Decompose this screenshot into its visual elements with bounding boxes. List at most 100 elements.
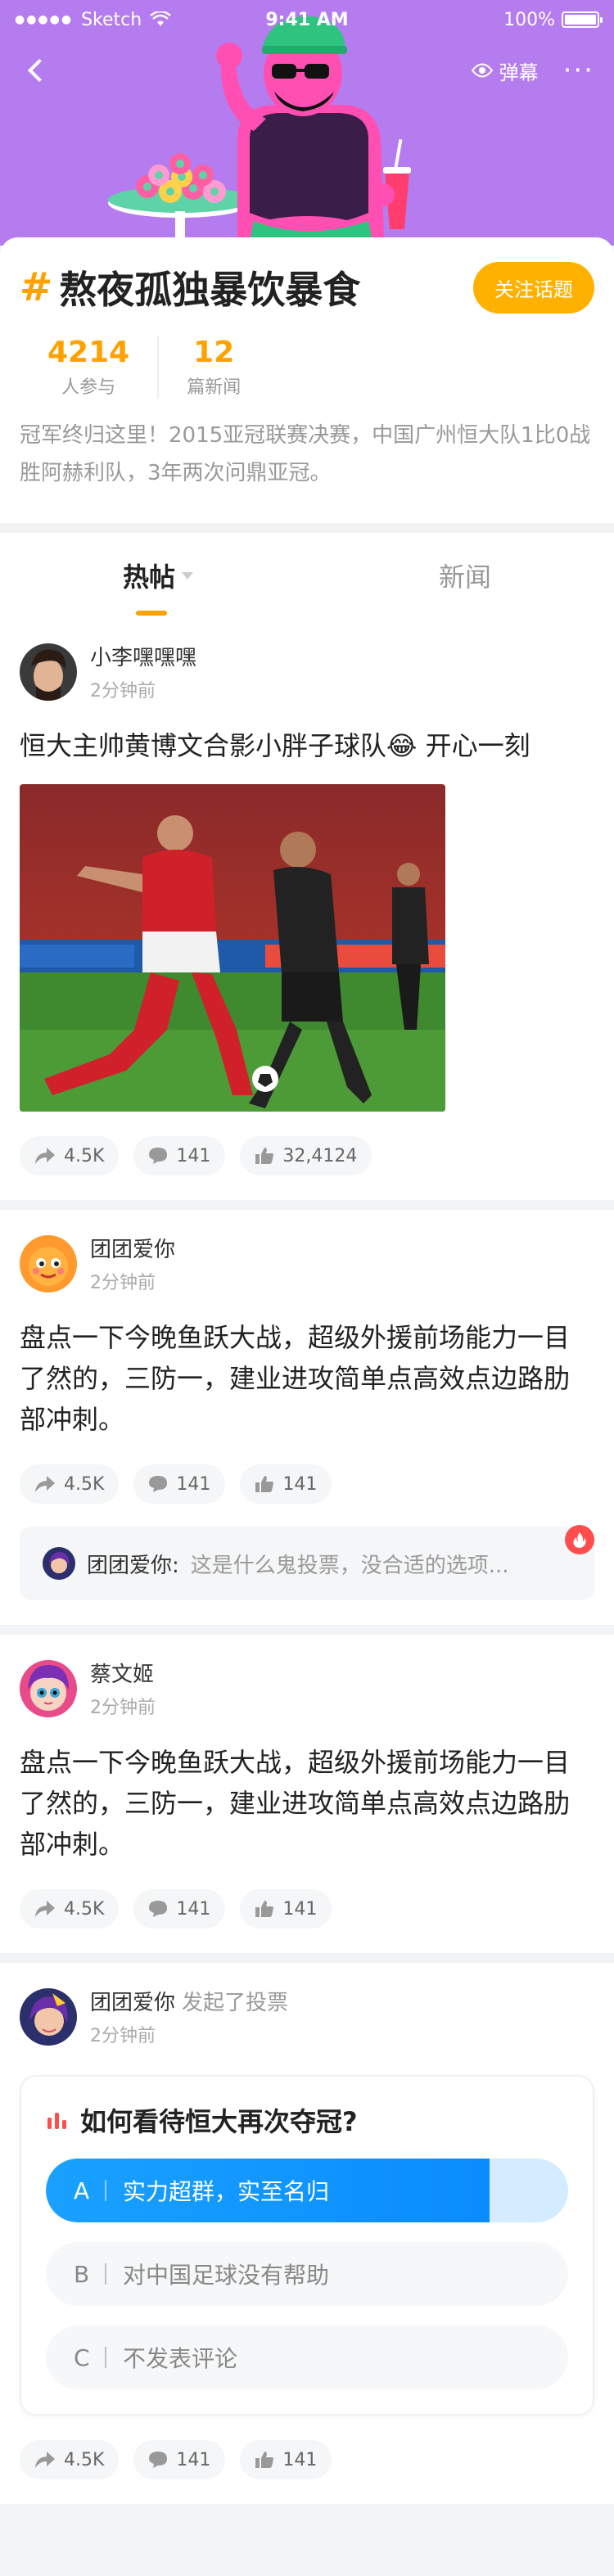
author-name[interactable]: 小李嘿嘿嘿 [90,641,196,671]
tab-label: 热帖 [122,562,175,593]
nav-actions: 弹幕 ··· [471,56,594,85]
eye-icon [471,63,493,78]
comment-icon [149,1476,168,1492]
post-action-text: 发起了投票 [182,1991,289,2015]
post-author: 团团爱你 发起了投票 2分钟前 [20,1986,594,2047]
thumbs-up-icon [255,2452,274,2468]
option-letter: A [74,2177,90,2204]
like-button[interactable]: 141 [240,1464,332,1504]
post-actions: 4.5K 141 32,4124 [20,1136,594,1175]
danmu-label: 弹幕 [499,61,539,84]
author-name[interactable]: 蔡文姬 [90,1658,156,1688]
like-button[interactable]: 141 [240,1889,332,1929]
topic-title-text: 熬夜孤独暴饮暴食 [59,268,361,312]
comment-count: 141 [176,1145,211,1166]
tab-news[interactable]: 新闻 [439,557,491,594]
like-count: 32,4124 [282,1145,358,1166]
battery-fill [565,15,596,25]
poll-title: 如何看待恒大再次夺冠? [46,2101,568,2139]
thumbs-up-icon [255,1901,274,1917]
share-icon [35,1148,55,1164]
hash-icon: # [20,264,53,310]
status-time: 9:41 AM [265,9,349,30]
share-count: 4.5K [64,1145,105,1166]
battery-icon [562,11,603,28]
option-text: 对中国足球没有帮助 [123,2262,330,2289]
poll-question: 如何看待恒大再次夺冠? [80,2106,358,2137]
like-button[interactable]: 32,4124 [240,1136,372,1175]
post-actions: 4.5K 141 141 [20,2440,594,2479]
post-text: 盘点一下今晚鱼跃大战，超级外援前场能力一目了然的，三防一，建业进攻简单点高效点边… [20,1322,571,1435]
tab-hot-posts[interactable]: 热帖 [122,557,193,616]
comment-count: 141 [176,1473,211,1495]
share-icon [35,1476,55,1492]
poll-chart-icon [47,2113,66,2129]
back-button[interactable] [20,54,52,87]
thumbs-up-icon [255,1148,274,1164]
comment-button[interactable]: 141 [133,1136,226,1175]
author-name[interactable]: 团团爱你 [90,1233,175,1263]
post-time: 2分钟前 [90,1273,156,1293]
poll-option-a[interactable]: A 实力超群，实至名归 [46,2159,568,2222]
post-author: 小李嘿嘿嘿 2分钟前 [20,641,594,702]
post-actions: 4.5K 141 141 [20,1889,594,1929]
topic-hero: ●●●●● Sketch 9:41 AM 100% 弹幕 ··· [0,0,614,246]
danmu-toggle[interactable]: 弹幕 [471,56,539,85]
author-info: 团团爱你 发起了投票 2分钟前 [90,1986,288,2047]
author-info: 团团爱你 2分钟前 [90,1233,175,1294]
post-time: 2分钟前 [90,681,156,702]
tab-label: 新闻 [438,562,491,593]
post-card[interactable]: 团团爱你发起了投票 2分钟前 如何看待恒大再次夺冠? A 实力超群，实至名归 [0,1963,614,2504]
topic-head: # 熬夜孤独暴饮暴食 关注话题 [20,260,594,314]
avatar[interactable] [20,1987,77,2046]
comment-button[interactable]: 141 [133,2440,226,2479]
post-actions: 4.5K 141 141 [20,1464,594,1504]
stat-news: 12 篇新闻 [157,336,241,399]
share-button[interactable]: 4.5K [20,1136,120,1175]
option-text: 实力超群，实至名归 [123,2178,330,2205]
post-image[interactable] [20,784,445,1112]
stat-number: 12 [193,336,235,369]
option-letter: B [74,2260,90,2288]
poll-option-b[interactable]: B 对中国足球没有帮助 [46,2242,568,2306]
avatar[interactable] [20,643,77,701]
share-icon [35,1901,55,1917]
avatar[interactable] [20,1659,77,1717]
poll-option-c[interactable]: C 不发表评论 [46,2326,568,2389]
share-icon [35,2452,55,2468]
comment-text: 这是什么鬼投票，没合适的选项... [190,1553,509,1578]
share-button[interactable]: 4.5K [20,1889,120,1929]
topic-stats: 4214 人参与 12 篇新闻 [20,336,594,399]
topic-page: ●●●●● Sketch 9:41 AM 100% 弹幕 ··· # 熬夜孤独暴… [0,0,614,2515]
status-bar: ●●●●● Sketch 9:41 AM 100% [0,0,614,39]
post-card[interactable]: 蔡文姬 2分钟前 盘点一下今晚鱼跃大战，超级外援前场能力一目了然的，三防一，建业… [0,1635,614,1953]
comment-icon [149,2452,168,2468]
more-dots-icon[interactable]: ··· [563,56,594,84]
author-info: 蔡文姬 2分钟前 [90,1658,156,1719]
comment-count: 141 [176,2449,211,2470]
hot-flame-icon [565,1525,594,1554]
topic-description: 冠军终归这里！2015亚冠联赛决赛，中国广州恒大队1比0战胜阿赫利队，3年两次问… [20,423,591,485]
post-text: 盘点一下今晚鱼跃大战，超级外援前场能力一目了然的，三防一，建业进攻简单点高效点边… [20,1747,571,1860]
author-info: 小李嘿嘿嘿 2分钟前 [90,641,196,702]
comment-button[interactable]: 141 [133,1464,226,1504]
comment-preview[interactable]: 团团爱你: 这是什么鬼投票，没合适的选项... [20,1525,594,1600]
share-button[interactable]: 4.5K [20,1464,120,1504]
comment-author: 团团爱你: [87,1553,179,1578]
share-button[interactable]: 4.5K [20,2440,120,2479]
option-divider [105,2263,106,2285]
post-card[interactable]: 团团爱你 2分钟前 盘点一下今晚鱼跃大战，超级外援前场能力一目了然的，三防一，建… [0,1210,614,1625]
avatar [43,1547,75,1580]
thumbs-up-icon [255,1476,274,1492]
post-time: 2分钟前 [90,2026,156,2046]
share-count: 4.5K [64,2449,105,2470]
avatar[interactable] [20,1234,77,1293]
share-count: 4.5K [64,1473,105,1495]
stat-participants: 4214 人参与 [47,336,129,399]
follow-topic-button[interactable]: 关注话题 [473,261,594,314]
post-card[interactable]: 小李嘿嘿嘿 2分钟前 恒大主帅黄博文合影小胖子球队😂 开心一刻 4.5K 141… [0,618,614,1200]
author-name[interactable]: 团团爱你 发起了投票 [90,1986,288,2016]
comment-icon [149,1148,168,1164]
like-button[interactable]: 141 [240,2440,332,2479]
comment-button[interactable]: 141 [133,1889,226,1929]
